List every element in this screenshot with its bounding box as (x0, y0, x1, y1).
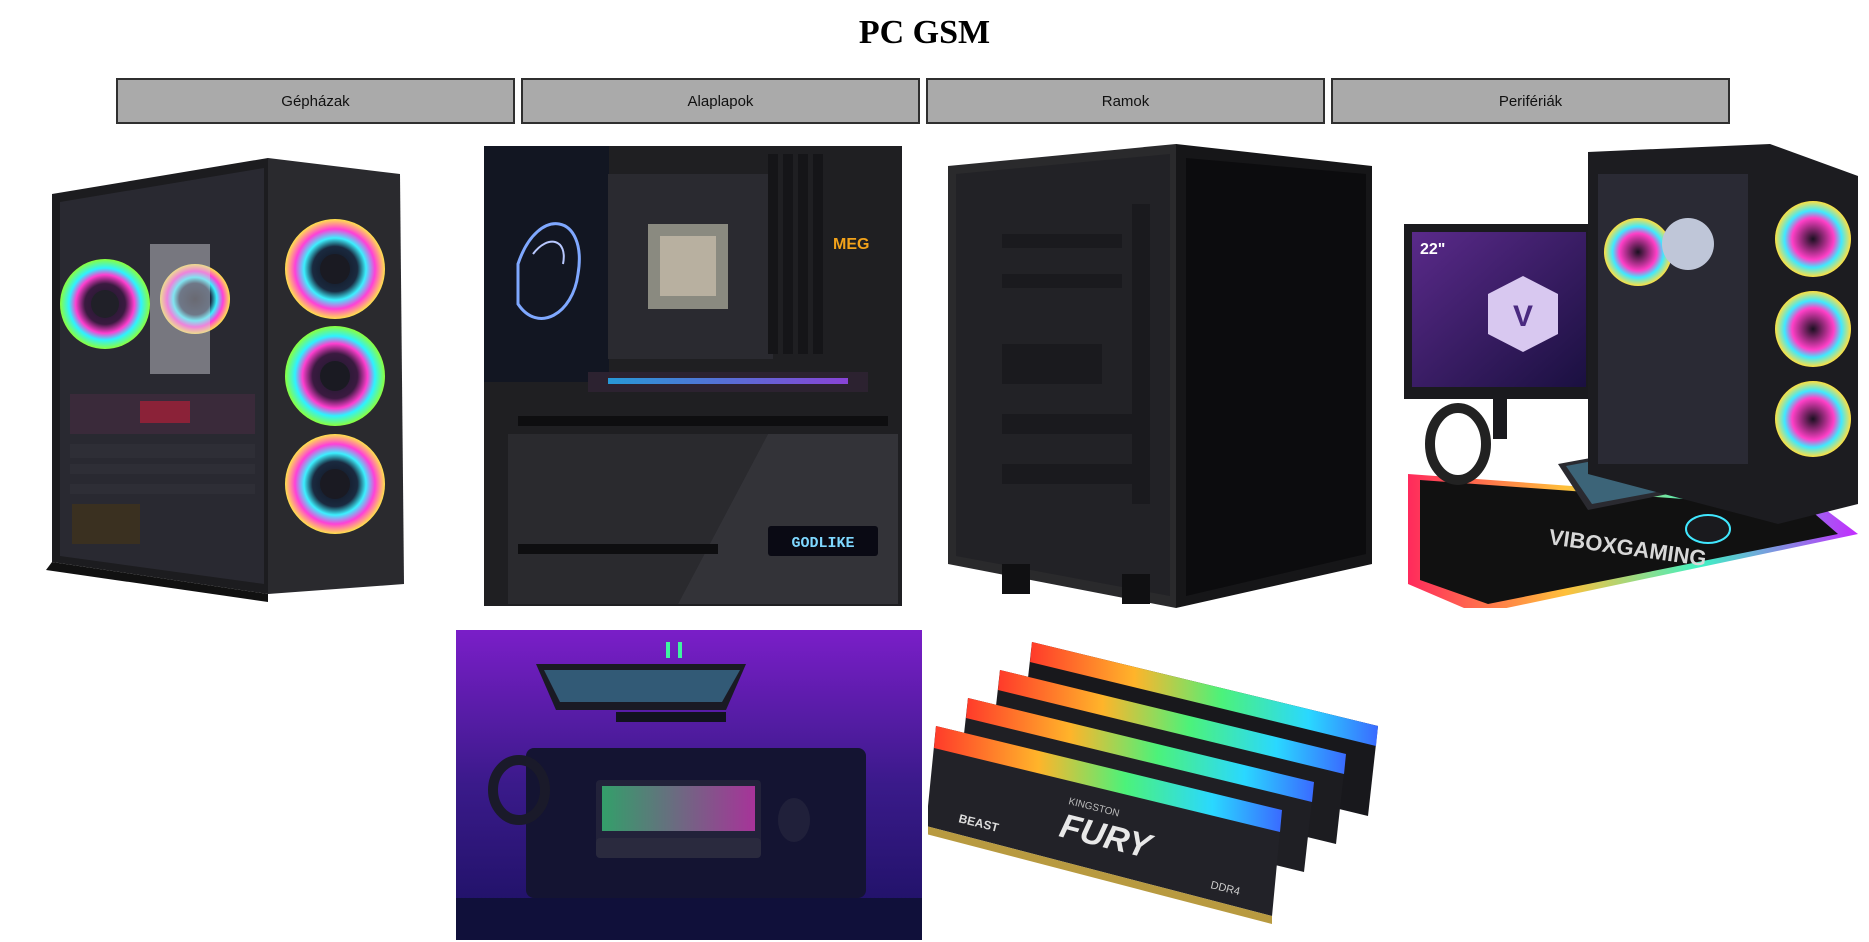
nav-button-motherboards[interactable]: Alaplapok (521, 78, 920, 124)
rgb-case-illustration (46, 158, 404, 602)
motherboard-illustration: MEG GODLIKE (484, 146, 902, 606)
ram-modules-illustration: KINGSTON FURY BEAST DDR4 (928, 642, 1378, 924)
board-badge-text: GODLIKE (791, 535, 854, 552)
board-brand-logo: MEG (833, 236, 869, 253)
nav-button-peripherals[interactable]: Perifériák (1331, 78, 1730, 124)
product-image-black-case (942, 144, 1374, 608)
page-title: PC GSM (858, 14, 991, 51)
product-image-rgb-case (0, 144, 440, 608)
nav-button-rams[interactable]: Ramok (926, 78, 1325, 124)
product-image-ram-modules: KINGSTON FURY BEAST DDR4 (928, 636, 1388, 938)
gaming-setup-illustration: VIBOXGAMING 22" V (1404, 144, 1858, 608)
product-image-motherboard: MEG GODLIKE (478, 144, 904, 608)
desk-setup-illustration (456, 630, 922, 940)
product-image-desk-setup (456, 630, 922, 940)
monitor-logo-text: V (1513, 300, 1533, 333)
nav-button-cases[interactable]: Gépházak (116, 78, 515, 124)
black-case-illustration (948, 144, 1372, 608)
product-image-gaming-setup: VIBOXGAMING 22" V (1398, 144, 1858, 608)
monitor-size-text: 22" (1420, 241, 1445, 258)
